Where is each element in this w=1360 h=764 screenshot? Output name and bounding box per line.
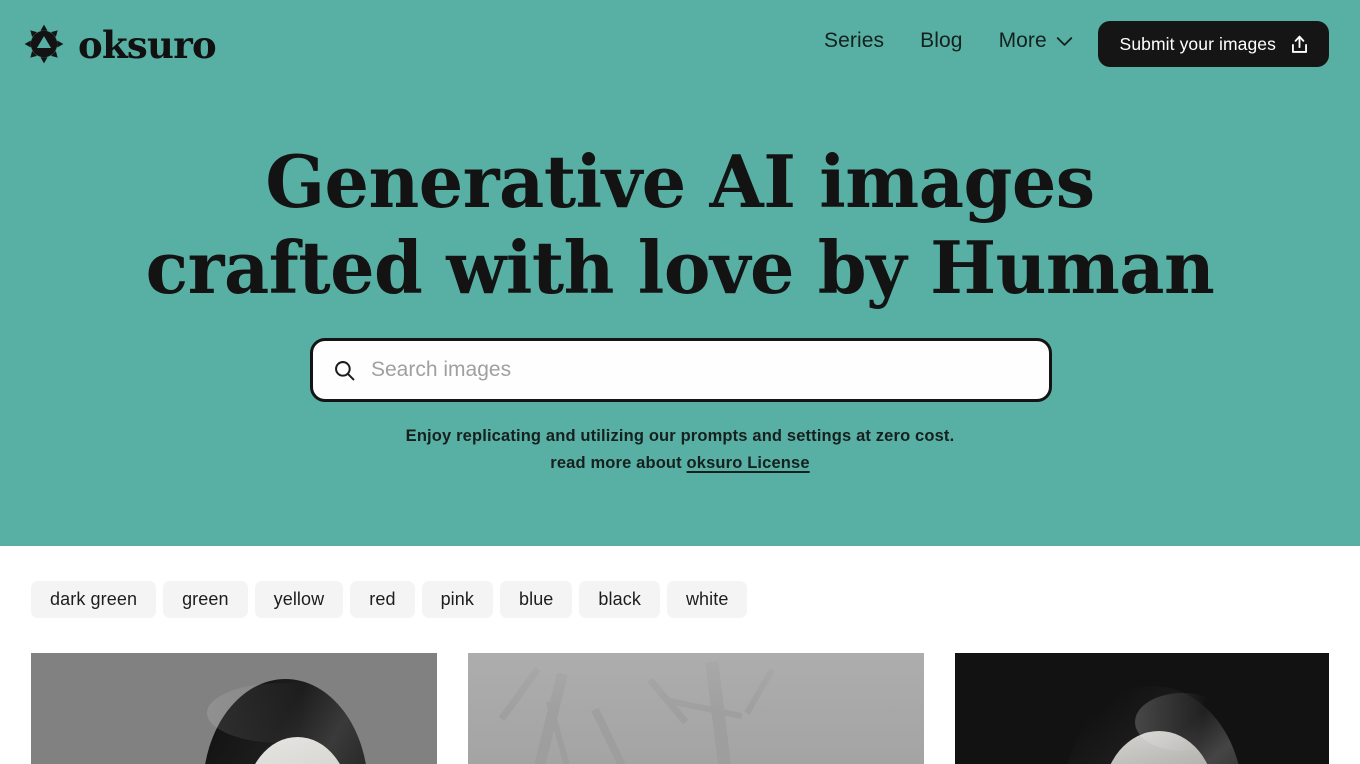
nav-link-series[interactable]: Series [806, 26, 902, 55]
chip-blue[interactable]: blue [499, 581, 573, 618]
search-input[interactable] [371, 341, 1049, 399]
search-bar[interactable] [310, 338, 1052, 402]
top-navigation-bar: oksuro Series Blog More Submit your imag… [0, 0, 1360, 88]
nav-links: Series Blog More [806, 26, 1091, 55]
chip-red[interactable]: red [350, 581, 415, 618]
brand-logo[interactable]: oksuro [22, 14, 217, 74]
photo-shape [468, 653, 924, 764]
headline-line-1: Generative AI images [265, 139, 1095, 224]
submit-images-button[interactable]: Submit your images [1097, 21, 1329, 67]
nav-link-more-label: More [998, 29, 1047, 52]
chip-dark-green[interactable]: dark green [31, 581, 157, 618]
gallery-item[interactable] [468, 653, 924, 764]
gear-icon [22, 22, 66, 66]
gallery-item[interactable] [955, 653, 1329, 764]
photo-shape [207, 683, 357, 743]
tagline-line-2: read more about oksuro License [0, 450, 1360, 477]
chip-pink[interactable]: pink [421, 581, 493, 618]
brand-name: oksuro [78, 22, 217, 67]
nav-link-more[interactable]: More [981, 26, 1091, 55]
submit-images-label: Submit your images [1119, 33, 1276, 54]
photo-shape [1135, 693, 1230, 751]
gallery-item[interactable] [31, 653, 437, 764]
chip-black[interactable]: black [579, 581, 660, 618]
hero-section: oksuro Series Blog More Submit your imag… [0, 0, 1360, 546]
tagline-prefix: read more about [550, 454, 687, 472]
hero-tagline: Enjoy replicating and utilizing our prom… [0, 423, 1360, 477]
search-icon [333, 359, 356, 382]
nav-link-blog[interactable]: Blog [902, 26, 980, 55]
chip-white[interactable]: white [666, 581, 748, 618]
chevron-down-icon [1056, 34, 1073, 47]
chip-yellow[interactable]: yellow [254, 581, 344, 618]
chip-green[interactable]: green [163, 581, 248, 618]
image-gallery [31, 653, 1330, 764]
color-filter-chips: dark green green yellow red pink blue bl… [31, 581, 748, 618]
upload-icon [1289, 34, 1310, 55]
hero-headline: Generative AI images crafted with love b… [20, 139, 1339, 311]
oksuro-license-link[interactable]: oksuro License [687, 454, 810, 472]
tagline-line-1: Enjoy replicating and utilizing our prom… [405, 427, 955, 445]
headline-line-2: crafted with love by Human [145, 225, 1215, 310]
